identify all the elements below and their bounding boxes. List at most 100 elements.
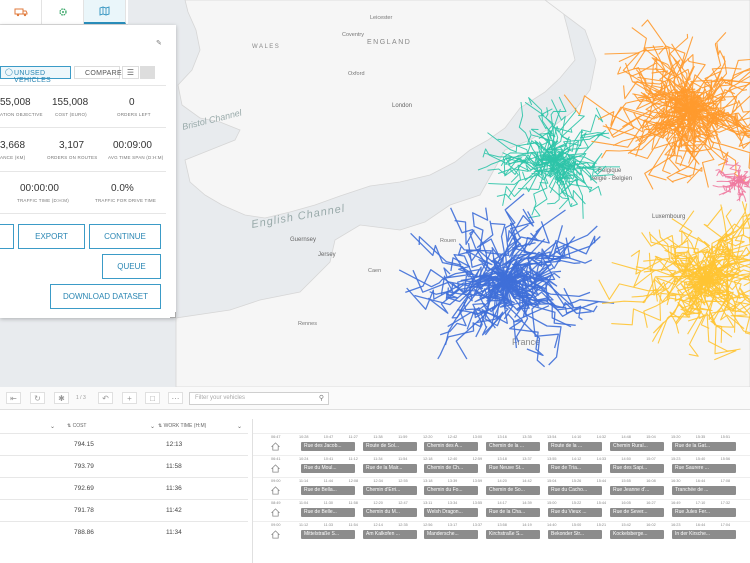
settings-tab[interactable] (42, 0, 84, 24)
stat-orders-on-routes-value: 3,107 (59, 140, 85, 151)
timeline-row[interactable]: 09:00 11:12 11:33 11:54 12:14 12:35 12:56 13:17… (253, 521, 750, 544)
vehicles-tab[interactable] (0, 0, 42, 24)
add-icon[interactable]: + (122, 392, 137, 404)
search-icon: ⚲ (318, 395, 324, 402)
skip-start-icon[interactable]: ⇤ (6, 392, 21, 404)
stop-chip[interactable]: Rue de la Mair... (363, 464, 417, 473)
stop-chip[interactable]: Rue des Sapi... (610, 464, 664, 473)
timeline-tick: 14:42 (522, 479, 532, 483)
timeline-tick: 10:24 (299, 457, 309, 461)
timeline-tick: 17:10 (695, 501, 706, 505)
timeline-tick: 11:27 (348, 435, 358, 439)
timeline-tick: 10:41 (323, 457, 334, 461)
timeline-tick: 14:17 (497, 501, 507, 505)
table-row[interactable]: 792.69 11:36 (0, 477, 248, 500)
stop-chip[interactable]: Welsh Dragon... (424, 508, 478, 517)
timeline-tick: 12:35 (398, 523, 408, 527)
stop-chip[interactable]: Chemin du M... (363, 508, 417, 517)
row-work-time: 11:58 (166, 463, 182, 470)
timeline-tick: 17:04 (720, 523, 731, 527)
undo-icon[interactable]: ↶ (98, 392, 113, 404)
stop-chip[interactable]: Route de la ... (548, 442, 602, 451)
timeline-tick: 14:20 (497, 479, 507, 483)
refresh-icon[interactable]: ↻ (30, 392, 45, 404)
stop-chip[interactable]: Kirchstraße S... (486, 530, 540, 539)
stop-chip[interactable]: Chemin de la ... (486, 442, 540, 451)
stop-chip[interactable]: Rue de Bella... (301, 486, 355, 495)
row-work-time: 11:36 (166, 485, 182, 492)
stop-chip[interactable]: Am Kalkofen ... (363, 530, 417, 539)
more-icon[interactable]: ⋯ (168, 392, 183, 404)
stop-chip[interactable]: Rue de Belle... (301, 508, 355, 517)
timeline-row[interactable]: 06:41 10:24 10:41 11:12 11:34 11:54 12:18 12:40… (253, 455, 750, 478)
timeline-tick: 11:54 (398, 457, 408, 461)
stop-chip[interactable]: Chemin de Ch... (424, 464, 478, 473)
stop-chip[interactable]: Rue de Sever... (610, 508, 664, 517)
vehicle-filter-input[interactable]: Filter your vehicles ⚲ (189, 392, 329, 405)
stop-chip[interactable]: Rue du Cacho... (548, 486, 602, 495)
timeline-tick: 11:33 (323, 523, 334, 527)
stop-chip[interactable]: Rue des Jacob... (301, 442, 355, 451)
table-row[interactable]: 788.86 11:34 (0, 521, 248, 544)
timeline-tick: 13:58 (497, 523, 507, 527)
table-row[interactable]: 794.15 12:13 (0, 433, 248, 456)
stop-chip[interactable]: Chemin du Fo... (424, 486, 478, 495)
stop-chip[interactable]: Tranchée de ... (672, 486, 736, 495)
left-partial-button[interactable] (0, 224, 14, 249)
vehicle-table-section: ⇤ ↻ ✱ 1 / 3 ↶ + □ ⋯ Filter your vehicles… (0, 387, 750, 563)
timeline-tick: 12:18 (423, 457, 433, 461)
stop-chip[interactable]: Chemin de So... (486, 486, 540, 495)
divider (0, 127, 166, 128)
table-row[interactable]: 793.79 11:58 (0, 455, 248, 478)
grid-view-button[interactable] (140, 66, 155, 79)
continue-button[interactable]: CONTINUE (89, 224, 161, 249)
stop-chip[interactable]: Rue de la Gat... (672, 442, 736, 451)
stop-chip[interactable]: Chemin d'Erri... (363, 486, 417, 495)
map-label-guernsey: Guernsey (290, 237, 316, 243)
map-label-london: London (392, 103, 412, 109)
stop-chip[interactable]: Rue du Vieux ... (548, 508, 602, 517)
stop-chip[interactable]: In der Kirsche... (672, 530, 736, 539)
document-icon[interactable]: □ (145, 392, 160, 404)
stop-chip[interactable]: Rue de la Cha... (486, 508, 540, 517)
stat-traffic-time-label: TRAFFIC TIME (D:H:M) (17, 198, 69, 203)
stop-chip[interactable]: Chemin Rural... (610, 442, 664, 451)
top-tabs (0, 0, 128, 25)
optimize-icon[interactable]: ✱ (54, 392, 69, 404)
map-tab[interactable] (84, 0, 126, 24)
timeline-tick: 10:47 (323, 435, 334, 439)
list-view-button[interactable]: ☰ (122, 66, 139, 79)
stop-chip[interactable]: Rue Jeanne d'... (610, 486, 664, 495)
stop-chip[interactable]: Rue de Tria... (548, 464, 602, 473)
download-dataset-button[interactable]: DOWNLOAD DATASET (50, 284, 161, 309)
resize-handle[interactable] (170, 312, 176, 318)
stop-chip[interactable]: Mittelstraße S... (301, 530, 355, 539)
timeline-tick: 15:44 (596, 479, 607, 483)
stop-chip[interactable]: Route de Sol... (363, 442, 417, 451)
unused-vehicles-toggle[interactable]: ◯ UNUSED VEHICLES (0, 66, 71, 84)
edit-icon[interactable]: ✎ (156, 39, 162, 47)
map-label-luxembourg: Luxembourg (652, 214, 685, 220)
timeline-tick: 13:11 (423, 501, 433, 505)
stop-chip[interactable]: Chemin des A... (424, 442, 478, 451)
stat-orders-left-value: 0 (129, 97, 135, 108)
timeline-tick: 14:12 (571, 457, 582, 461)
stop-chip[interactable]: Rue du Moul... (301, 464, 355, 473)
table-row[interactable]: 791.78 11:42 (0, 499, 248, 522)
stop-chip[interactable]: Rue Neuve St... (486, 464, 540, 473)
row-cost: 794.15 (74, 441, 94, 448)
depot-home-icon (271, 442, 280, 451)
timeline-row[interactable]: 08:49 11:04 11:30 11:58 12:20 12:47 13:11 13:34… (253, 499, 750, 522)
timeline-row[interactable]: 09:00 11:14 11:44 12:08 12:34 12:55 13:18 13:39… (253, 477, 750, 500)
queue-button[interactable]: QUEUE (102, 254, 161, 279)
compare-toggle[interactable]: COMPARE (74, 66, 122, 79)
export-button[interactable]: EXPORT (18, 224, 85, 249)
stop-chip[interactable]: Bekonder Str... (548, 530, 602, 539)
timeline-row[interactable]: 06:47 10:28 10:47 11:27 11:38 11:59 12:20 12:42… (253, 433, 750, 456)
stat-cost-value: 155,008 (52, 97, 89, 108)
timeline-tick: 11:34 (373, 457, 383, 461)
stop-chip[interactable]: Rue Jules Fer... (672, 508, 736, 517)
stop-chip[interactable]: Mandersche... (424, 530, 478, 539)
stop-chip[interactable]: Kockelsberge... (610, 530, 664, 539)
stop-chip[interactable]: Rue Saurere ... (672, 464, 736, 473)
